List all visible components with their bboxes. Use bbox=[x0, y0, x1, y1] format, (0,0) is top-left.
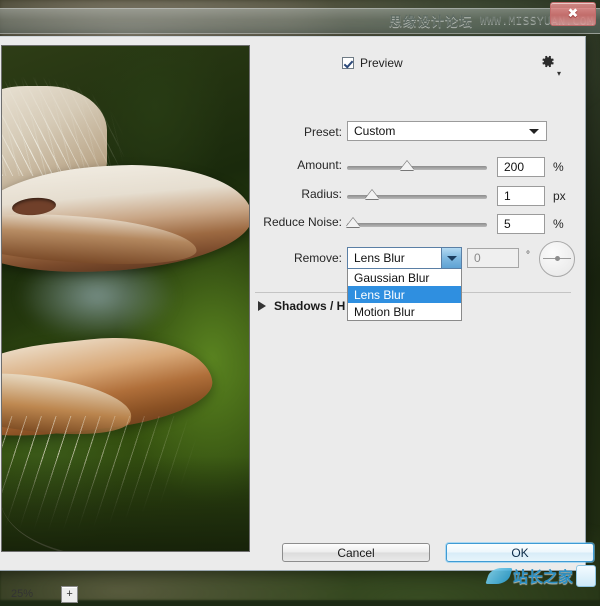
radius-label: Radius: bbox=[255, 187, 342, 201]
remove-label: Remove: bbox=[255, 251, 342, 265]
preset-value: Custom bbox=[348, 124, 395, 138]
dropdown-option-gaussian-blur[interactable]: Gaussian Blur bbox=[348, 269, 461, 286]
shadows-highlights-section[interactable]: Shadows / H bbox=[258, 299, 345, 313]
expand-triangle-icon[interactable] bbox=[258, 301, 266, 311]
reduce-noise-slider-track bbox=[347, 223, 487, 227]
preview-checkbox[interactable] bbox=[342, 57, 354, 69]
radius-unit: px bbox=[553, 189, 566, 203]
controls-panel: Preview ▾ Preset: Amount: Radius: Reduce… bbox=[255, 45, 573, 545]
preview-checkbox-label: Preview bbox=[360, 56, 403, 70]
reduce-noise-value-field[interactable]: 5 bbox=[497, 214, 545, 234]
amount-slider[interactable] bbox=[347, 157, 487, 177]
remove-dropdown-button[interactable] bbox=[441, 248, 461, 268]
preview-checkbox-row[interactable]: Preview bbox=[342, 56, 403, 70]
radius-value-field[interactable]: 1 bbox=[497, 186, 545, 206]
angle-dial[interactable] bbox=[539, 241, 575, 277]
dropdown-option-motion-blur[interactable]: Motion Blur bbox=[348, 303, 461, 320]
preview-bristles bbox=[1, 71, 152, 176]
chevron-down-icon bbox=[447, 256, 457, 261]
dropdown-option-lens-blur[interactable]: Lens Blur bbox=[348, 286, 461, 303]
angle-value-field[interactable]: 0 bbox=[467, 248, 519, 268]
watermark-swoosh-icon bbox=[485, 568, 512, 584]
image-preview-pane[interactable] bbox=[1, 45, 250, 552]
preset-label: Preset: bbox=[255, 125, 342, 139]
shadows-highlights-label: Shadows / H bbox=[274, 299, 345, 313]
settings-gear-button[interactable]: ▾ bbox=[539, 53, 563, 77]
chevron-down-icon bbox=[529, 129, 539, 134]
gear-chevron-down-icon[interactable]: ▾ bbox=[557, 70, 561, 78]
remove-value: Lens Blur bbox=[348, 251, 405, 265]
amount-slider-track bbox=[347, 166, 487, 170]
remove-dropdown[interactable]: Lens Blur bbox=[347, 247, 462, 269]
radius-slider[interactable] bbox=[347, 186, 487, 206]
watermark-bottom-text: 站长之家 bbox=[513, 566, 573, 587]
window-close-button[interactable]: ✖ bbox=[550, 2, 596, 26]
watermark-bottom: 站长之家 bbox=[488, 560, 596, 592]
zoom-level-label: 25% bbox=[1, 588, 33, 600]
reduce-noise-label: Reduce Noise: bbox=[255, 215, 342, 229]
reduce-noise-slider[interactable] bbox=[347, 214, 487, 234]
reduce-noise-unit: % bbox=[553, 217, 564, 231]
degree-symbol: ° bbox=[526, 250, 530, 261]
amount-unit: % bbox=[553, 160, 564, 174]
watermark-badge-icon bbox=[576, 565, 596, 587]
amount-label: Amount: bbox=[255, 158, 342, 172]
preview-vignette bbox=[2, 456, 250, 551]
smart-sharpen-dialog: 25% + Preview ▾ Preset: Amount: Radius: … bbox=[0, 36, 586, 571]
angle-dial-hub bbox=[555, 256, 560, 261]
preview-status-row: 25% + bbox=[1, 582, 78, 606]
watermark-forum-name: 思缘设计论坛 bbox=[389, 11, 473, 30]
remove-dropdown-list[interactable]: Gaussian Blur Lens Blur Motion Blur bbox=[347, 269, 462, 321]
close-icon: ✖ bbox=[568, 8, 579, 21]
amount-value-field[interactable]: 200 bbox=[497, 157, 545, 177]
cancel-button[interactable]: Cancel bbox=[282, 543, 430, 562]
gear-icon bbox=[539, 53, 556, 70]
preset-dropdown[interactable]: Custom bbox=[347, 121, 547, 141]
